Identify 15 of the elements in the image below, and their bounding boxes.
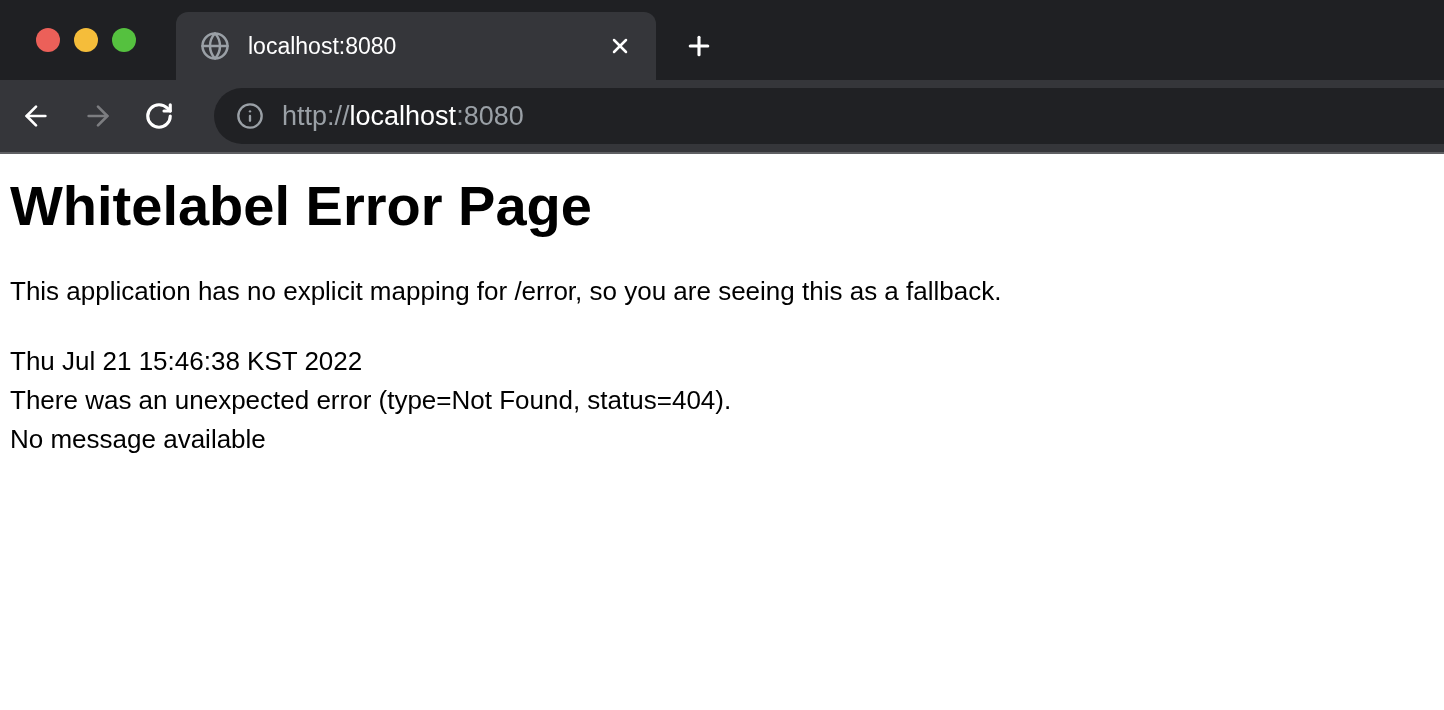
url-text: http://localhost:8080 xyxy=(282,99,524,133)
intro-text: This application has no explicit mapping for /error, so you are seeing this as a fallback. xyxy=(10,275,1003,308)
globe-icon xyxy=(200,31,230,61)
close-window-button[interactable] xyxy=(36,28,60,52)
tab-title: localhost:8080 xyxy=(248,31,398,61)
minimize-window-button[interactable] xyxy=(74,28,98,52)
info-icon xyxy=(236,102,264,130)
maximize-window-button[interactable] xyxy=(112,28,136,52)
page-heading: Whitelabel Error Page xyxy=(10,173,593,239)
reload-icon[interactable] xyxy=(144,101,174,131)
browser-tab[interactable]: localhost:8080 xyxy=(176,12,656,80)
error-detail-text: No message available xyxy=(10,423,266,456)
error-detail-text: Thu Jul 21 15:46:38 KST 2022 xyxy=(10,345,363,378)
address-bar[interactable]: http://localhost:8080 xyxy=(214,88,1444,144)
error-detail-text: There was an unexpected error (type=Not Found, status=404). xyxy=(10,384,732,417)
